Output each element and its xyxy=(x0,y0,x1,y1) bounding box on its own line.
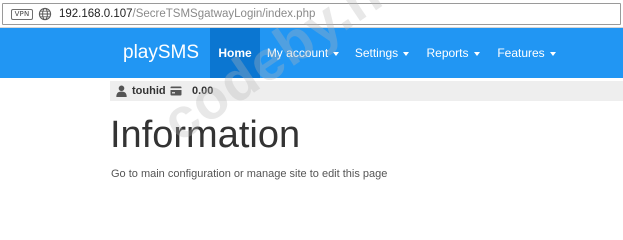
chevron-down-icon xyxy=(473,51,480,56)
chevron-down-icon xyxy=(333,51,340,56)
nav-home-label: Home xyxy=(218,46,252,60)
user-icon xyxy=(116,85,127,97)
vpn-badge[interactable]: VPN xyxy=(11,9,33,20)
nav-my-account[interactable]: My account xyxy=(260,28,346,78)
chevron-down-icon xyxy=(549,51,556,56)
nav-settings[interactable]: Settings xyxy=(346,28,418,78)
nav-reports-label: Reports xyxy=(426,46,469,60)
url-path: /SecreTSMSgatwayLogin/index.php xyxy=(132,8,316,20)
credit-balance: 0.00 xyxy=(192,85,214,97)
nav-features[interactable]: Features xyxy=(488,28,565,78)
page: VPN 192.168.0.107/SecreTSMSgatwayLogin/i… xyxy=(0,0,623,240)
url-text[interactable]: 192.168.0.107/SecreTSMSgatwayLogin/index… xyxy=(59,7,315,21)
globe-icon[interactable] xyxy=(38,7,52,21)
credit-card-icon xyxy=(170,86,182,96)
username[interactable]: touhid xyxy=(132,84,166,98)
brand-logo[interactable]: playSMS xyxy=(123,28,199,78)
user-info-bar xyxy=(110,81,623,101)
info-text: Go to main configuration or manage site … xyxy=(111,168,388,180)
nav-my-account-label: My account xyxy=(266,46,329,60)
nav-home[interactable]: Home xyxy=(210,28,260,78)
chevron-down-icon xyxy=(403,51,410,56)
page-title: Information xyxy=(110,114,301,156)
nav-features-label: Features xyxy=(497,46,545,60)
nav-reports[interactable]: Reports xyxy=(418,28,488,78)
url-host: 192.168.0.107 xyxy=(59,8,133,20)
nav-settings-label: Settings xyxy=(354,46,399,60)
